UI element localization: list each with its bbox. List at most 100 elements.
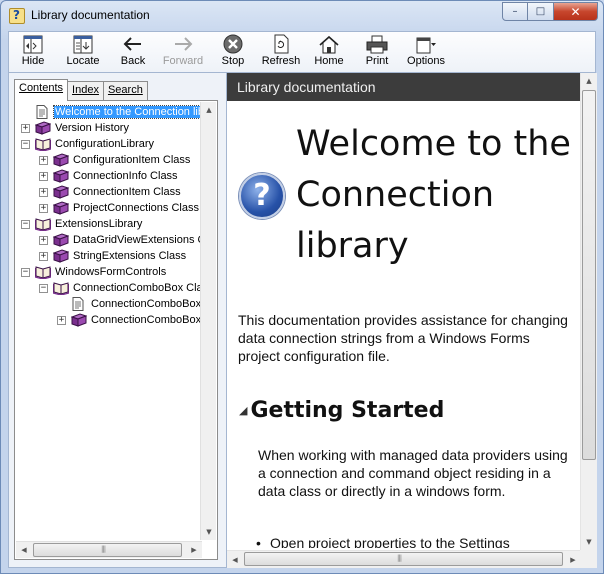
back-label: Back (120, 55, 146, 67)
refresh-button[interactable]: Refresh (257, 32, 305, 72)
collapse-icon[interactable]: − (21, 219, 30, 229)
minimize-button[interactable]: – (502, 2, 528, 21)
tree-item[interactable]: + StringExtensions Class (39, 248, 187, 264)
tree-item[interactable]: ConnectionComboBox (57, 296, 202, 312)
tree-item-label: ConfigurationLibrary (55, 138, 155, 150)
tree-item[interactable]: + DataGridViewExtensions Class (39, 232, 202, 248)
expand-icon[interactable]: + (39, 251, 48, 261)
expand-icon[interactable]: + (39, 171, 48, 181)
section-heading-text: Getting Started (250, 398, 445, 423)
tree-item-label: ConnectionInfo Class (73, 170, 178, 182)
tab-index[interactable]: Index (67, 81, 104, 101)
print-label: Print (365, 55, 389, 67)
tree-item-label: ConnectionItem Class (73, 186, 181, 198)
collapse-icon[interactable]: − (21, 139, 30, 149)
expand-icon[interactable]: + (57, 315, 66, 325)
tree-item-label: StringExtensions Class (73, 250, 187, 262)
closed-book-icon (70, 313, 88, 327)
help-question-icon: ? (239, 173, 285, 219)
tree-item[interactable]: + ConfigurationItem Class (39, 152, 191, 168)
expand-icon[interactable]: + (21, 123, 30, 133)
doc-vertical-scroll-thumb[interactable] (582, 90, 596, 460)
tree-item[interactable]: + ConnectionInfo Class (39, 168, 179, 184)
scroll-corner (580, 550, 597, 568)
back-button[interactable]: Back (109, 32, 157, 72)
page-icon (35, 105, 51, 119)
closed-book-icon (34, 121, 52, 135)
window-title: Library documentation (31, 8, 150, 22)
home-button[interactable]: Home (305, 32, 353, 72)
options-icon (415, 34, 437, 54)
hide-icon (22, 34, 44, 54)
tree-horizontal-scroll-thumb[interactable]: ||| (33, 543, 182, 557)
scroll-down-arrow-icon[interactable]: ▼ (201, 524, 217, 540)
toolbar: Hide Locate Back Forward Stop Refresh Ho… (8, 31, 596, 73)
tree-horizontal-scrollbar[interactable]: ◀ ||| ▶ (16, 541, 202, 558)
print-icon (366, 34, 388, 54)
collapse-icon[interactable]: − (21, 267, 30, 277)
tree-item[interactable]: − WindowsFormControls (21, 264, 167, 280)
tree-item-label: WindowsFormControls (55, 266, 167, 278)
doc-body: ? Welcome to the Connection library This… (227, 101, 580, 548)
tree-item[interactable]: + ProjectConnections Class (39, 200, 200, 216)
expand-icon[interactable]: + (39, 235, 48, 245)
closed-book-icon (52, 249, 70, 263)
tree-item[interactable]: − ExtensionsLibrary (21, 216, 143, 232)
doc-horizontal-scroll-thumb[interactable]: ||| (244, 552, 563, 566)
print-button[interactable]: Print (353, 32, 401, 72)
tree-item-label: DataGridViewExtensions Class (73, 234, 202, 246)
expand-icon[interactable]: + (39, 155, 48, 165)
tree-item-label: ConfigurationItem Class (73, 154, 191, 166)
doc-scroll-down-arrow-icon[interactable]: ▼ (581, 534, 597, 550)
stop-button[interactable]: Stop (209, 32, 257, 72)
caption-buttons: – □ ✕ (502, 2, 598, 21)
scroll-right-arrow-icon[interactable]: ▶ (186, 542, 202, 558)
tree-item-label: ConnectionComboBox Class (73, 282, 202, 294)
hide-label: Hide (21, 55, 45, 67)
locate-button[interactable]: Locate (57, 32, 109, 72)
home-icon (318, 34, 340, 54)
closed-book-icon (52, 185, 70, 199)
tree-item-label: Welcome to the Connection library (53, 105, 202, 119)
open-book-icon (34, 265, 52, 280)
maximize-button[interactable]: □ (528, 2, 554, 21)
close-button[interactable]: ✕ (554, 2, 598, 21)
tree-item[interactable]: + ConnectionComboBox (57, 312, 202, 328)
scroll-up-arrow-icon[interactable]: ▲ (201, 102, 217, 118)
tree-item[interactable]: + ConnectionItem Class (39, 184, 182, 200)
collapse-icon[interactable]: − (39, 283, 48, 293)
scroll-left-arrow-icon[interactable]: ◀ (16, 542, 32, 558)
doc-scroll-left-arrow-icon[interactable]: ◀ (227, 552, 243, 568)
doc-scroll-up-arrow-icon[interactable]: ▲ (581, 73, 597, 89)
doc-horizontal-scrollbar[interactable]: ◀ ||| ▶ (227, 550, 581, 568)
tree-item[interactable]: − ConnectionComboBox Class (39, 280, 202, 296)
tree-item-label: ExtensionsLibrary (55, 218, 143, 230)
tree-vertical-scrollbar[interactable]: ▲ ▼ (200, 102, 216, 540)
forward-button[interactable]: Forward (157, 32, 209, 72)
application-window: ? Library documentation – □ ✕ Hide Locat… (0, 0, 604, 574)
stop-label: Stop (221, 55, 245, 67)
tab-contents[interactable]: Contents (14, 79, 69, 101)
tree-item[interactable]: + Version History (21, 120, 130, 136)
doc-scroll-right-arrow-icon[interactable]: ▶ (565, 552, 581, 568)
expand-icon[interactable]: + (39, 187, 48, 197)
tab-search[interactable]: Search (102, 81, 148, 101)
open-book-icon (34, 137, 52, 152)
collapse-triangle-icon[interactable]: ◢ (239, 404, 247, 417)
expand-icon[interactable]: + (39, 203, 48, 213)
options-button[interactable]: Options (401, 32, 451, 72)
closed-book-icon (52, 153, 70, 167)
intro-paragraph: This documentation provides assistance f… (238, 312, 568, 364)
section-paragraph: When working with managed data providers… (258, 447, 568, 499)
section-heading[interactable]: ◢ Getting Started (239, 398, 444, 423)
tree-item[interactable]: − ConfigurationLibrary (21, 136, 155, 152)
open-book-icon (34, 217, 52, 232)
help-app-icon: ? (9, 8, 25, 24)
tree-item-label: ConnectionComboBox (91, 314, 202, 326)
contents-tree[interactable]: Welcome to the Connection library + Versio… (16, 104, 202, 541)
hide-button[interactable]: Hide (9, 32, 57, 72)
title-bar[interactable]: ? Library documentation – □ ✕ (1, 1, 603, 31)
tree-item-label: ConnectionComboBox (91, 298, 202, 310)
tree-item[interactable]: Welcome to the Connection library (21, 104, 202, 120)
doc-vertical-scrollbar[interactable]: ▲ ▼ (580, 73, 597, 550)
